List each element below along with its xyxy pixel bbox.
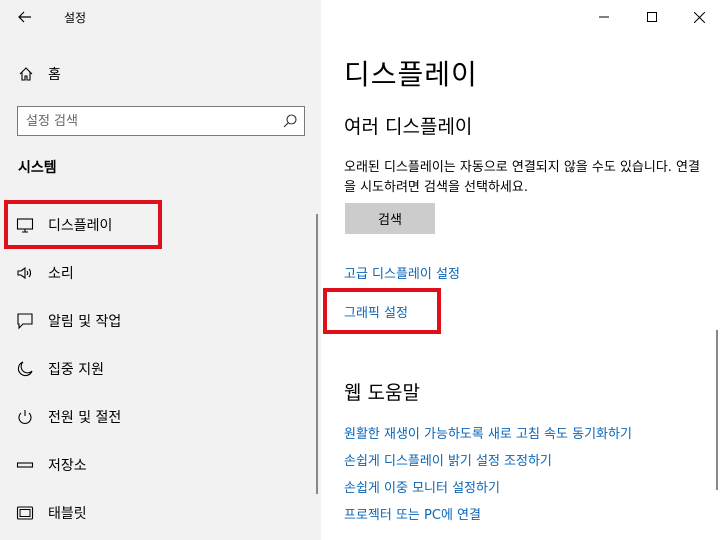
speaker-icon (17, 266, 32, 280)
settings-search-box[interactable] (17, 106, 305, 136)
main-scrollbar[interactable] (716, 330, 718, 490)
sidebar: 설정 홈 시스템 디스플레이 소리 알림 및 작업 집중 지원 전원 및 절전 … (0, 0, 321, 540)
multi-display-description: 오래된 디스플레이는 자동으로 연결되지 않을 수도 있습니다. 연결을 시도하… (344, 160, 700, 195)
back-arrow-icon (18, 11, 31, 23)
sidebar-item-storage[interactable]: 저장소 (0, 441, 321, 489)
section-title: 시스템 (18, 160, 57, 176)
sidebar-item-sound[interactable]: 소리 (0, 249, 321, 297)
sidebar-item-label: 태블릿 (48, 506, 87, 522)
page-title: 디스플레이 (344, 58, 478, 91)
help-link-refresh-rate[interactable]: 원활한 재생이 가능하도록 새로 고침 속도 동기화하기 (344, 423, 632, 442)
help-link-dual-monitor[interactable]: 손쉽게 이중 모니터 설정하기 (344, 477, 500, 496)
close-button[interactable] (676, 0, 722, 34)
home-icon (19, 67, 33, 81)
sidebar-item-power[interactable]: 전원 및 절전 (0, 393, 321, 441)
sidebar-item-notifications[interactable]: 알림 및 작업 (0, 297, 321, 345)
storage-icon (16, 462, 34, 468)
multi-display-heading: 여러 디스플레이 (344, 116, 473, 138)
minimize-icon (599, 16, 609, 18)
sidebar-item-tablet[interactable]: 태블릿 (0, 489, 321, 537)
notification-icon (17, 313, 33, 330)
display-highlight-box (4, 200, 162, 249)
close-icon (693, 11, 705, 23)
advanced-display-settings-link[interactable]: 고급 디스플레이 설정 (344, 263, 460, 282)
detect-button[interactable]: 검색 (345, 203, 435, 234)
graphics-highlight-box (323, 288, 441, 334)
maximize-icon (647, 12, 657, 22)
sidebar-item-label: 알림 및 작업 (48, 314, 122, 330)
maximize-button[interactable] (629, 0, 675, 34)
back-button[interactable] (8, 4, 42, 30)
home-nav-item[interactable]: 홈 (18, 62, 61, 86)
sidebar-item-label: 집중 지원 (48, 362, 104, 378)
search-input[interactable] (26, 107, 276, 135)
help-link-brightness[interactable]: 손쉽게 디스플레이 밝기 설정 조정하기 (344, 450, 552, 469)
sidebar-item-label: 전원 및 절전 (48, 410, 122, 426)
app-title: 설정 (64, 11, 87, 25)
sidebar-item-label: 저장소 (48, 458, 87, 474)
home-label: 홈 (48, 67, 61, 83)
minimize-button[interactable] (581, 0, 627, 34)
sidebar-scrollbar[interactable] (316, 214, 318, 494)
sidebar-item-focus-assist[interactable]: 집중 지원 (0, 345, 321, 393)
moon-icon (17, 361, 33, 377)
sidebar-item-label: 소리 (48, 266, 74, 282)
tablet-icon (16, 506, 34, 520)
help-link-projector[interactable]: 프로젝터 또는 PC에 연결 (344, 504, 481, 523)
web-help-heading: 웹 도움말 (344, 382, 420, 404)
power-icon (18, 410, 32, 424)
search-icon[interactable] (282, 113, 298, 129)
